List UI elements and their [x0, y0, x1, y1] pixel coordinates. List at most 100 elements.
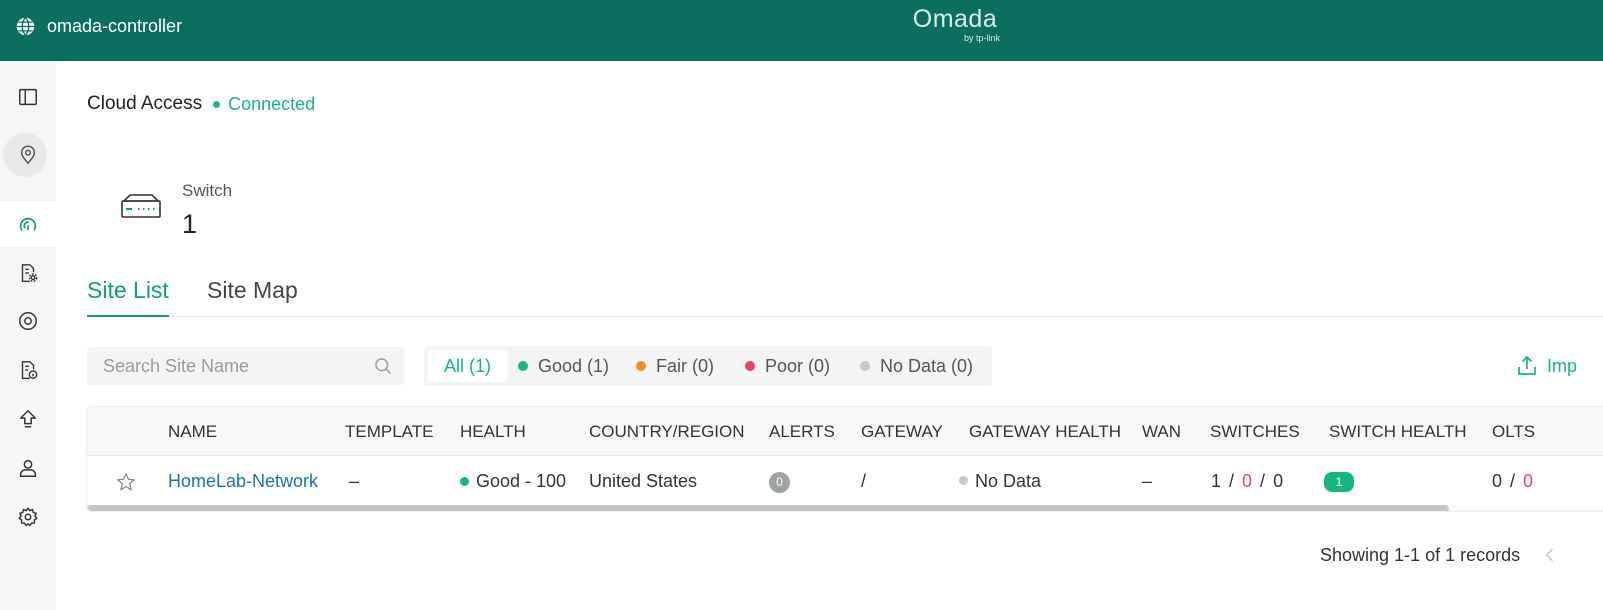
switch-summary-card: Switch 1 [120, 179, 340, 249]
horizontal-scrollbar[interactable] [87, 505, 1603, 511]
site-name-link[interactable]: HomeLab-Network [168, 471, 318, 491]
column-header-template: TEMPLATE [345, 422, 434, 441]
switches-cell: 1/0/0 [1211, 471, 1284, 491]
sidebar-toggle-button[interactable] [0, 75, 56, 119]
column-header-name[interactable]: NAME [168, 407, 217, 456]
import-label: Imp [1547, 355, 1578, 376]
sidebar-item-logs[interactable] [0, 348, 56, 392]
sidebar [0, 61, 56, 610]
alerts-cell: 0 [769, 456, 790, 506]
no-data-dot-icon [959, 476, 968, 485]
search-input[interactable] [87, 347, 367, 385]
target-circle-icon [19, 312, 37, 330]
switch-device-icon [121, 194, 161, 218]
column-header-switches: SWITCHES [1210, 422, 1300, 441]
health-good-dot-icon [460, 477, 469, 486]
health-filter-group: All (1) Good (1) Fair (0) Poor (0) No Da… [424, 346, 992, 386]
column-header-wan: WAN [1142, 422, 1182, 441]
filter-all[interactable]: All (1) [428, 350, 508, 382]
scrollbar-thumb[interactable] [87, 505, 1449, 511]
filter-good[interactable]: Good (1) [518, 350, 609, 382]
omada-logo: Omada by tp-link [905, 6, 1005, 46]
arrow-up-icon [19, 410, 37, 428]
olts-cell: 0/0 [1492, 471, 1534, 491]
file-settings-icon [21, 264, 38, 282]
table-row: HomeLab-Network – Good - 100 United Stat… [87, 456, 1603, 506]
country-cell: United States [589, 471, 698, 491]
cloud-connection-status: Connected [228, 93, 316, 114]
filter-label: Good (1) [538, 355, 610, 376]
health-value: Good - 100 [476, 471, 567, 491]
device-count: 1 [182, 209, 198, 239]
filter-label: All (1) [444, 355, 492, 376]
alerts-count-badge[interactable]: 0 [769, 471, 790, 493]
filter-poor[interactable]: Poor (0) [745, 350, 830, 382]
status-dot [213, 100, 221, 108]
dashboard-gauge-icon [19, 217, 37, 231]
poor-dot-icon [745, 361, 755, 371]
sidebar-item-device-settings[interactable] [0, 251, 56, 295]
column-header-gateway-health: GATEWAY HEALTH [969, 422, 1122, 441]
search-icon[interactable] [373, 356, 393, 376]
health-cell: Good - 100 [460, 456, 566, 506]
gateway-health-value: No Data [975, 471, 1042, 491]
import-button[interactable]: Imp [1515, 354, 1577, 378]
switch-health-badge[interactable]: 1 [1324, 472, 1354, 493]
file-info-icon [21, 361, 38, 379]
wan-cell: – [1142, 471, 1153, 491]
sidebar-item-settings[interactable] [0, 495, 56, 539]
sidebar-item-accounts[interactable] [0, 446, 56, 490]
cloud-access-status: Cloud Access Connected [87, 93, 315, 115]
favorite-star-icon[interactable] [115, 471, 137, 493]
olts-connected: 0 [1492, 471, 1503, 491]
sidebar-item-site-location[interactable] [0, 133, 56, 177]
switch-health-cell: 1 [1324, 456, 1354, 506]
top-bar: omada-controller Omada by tp-link [0, 0, 1603, 61]
globe-icon [16, 17, 35, 36]
gear-icon [18, 507, 38, 527]
column-header-gateway: GATEWAY [861, 422, 943, 441]
good-dot-icon [518, 361, 528, 371]
cloud-access-title: Cloud Access [87, 93, 203, 114]
filter-no-data[interactable]: No Data (0) [860, 350, 973, 382]
main-content: Cloud Access Connected Switch 1 Site Lis… [56, 61, 1603, 610]
search-site [87, 347, 405, 385]
sidebar-item-dashboard[interactable] [0, 201, 56, 247]
switches-connected: 1 [1211, 471, 1222, 491]
column-header-olts: OLTS [1492, 422, 1536, 441]
column-header-alerts: ALERTS [769, 422, 835, 441]
filter-label: Poor (0) [765, 355, 831, 376]
filter-label: Fair (0) [656, 355, 714, 376]
sidebar-item-monitor[interactable] [0, 299, 56, 343]
panel-icon [19, 88, 37, 106]
switches-pending: 0 [1273, 471, 1284, 491]
logo-subtext: by tp-link [963, 33, 1000, 43]
switches-disconnected: 0 [1242, 471, 1253, 491]
column-header-health[interactable]: HEALTH [460, 407, 526, 456]
filter-label: No Data (0) [880, 355, 974, 376]
gateway-cell: / [861, 471, 867, 491]
chevron-left-icon[interactable] [1540, 545, 1560, 565]
pagination-summary: Showing 1-1 of 1 records [1320, 545, 1521, 565]
user-icon [19, 459, 37, 477]
filter-fair[interactable]: Fair (0) [636, 350, 714, 382]
tab-site-list[interactable]: Site List [87, 272, 169, 317]
location-pin-icon [20, 145, 36, 165]
app-title: omada-controller [47, 16, 183, 36]
sidebar-item-upgrade[interactable] [0, 397, 56, 441]
fair-dot-icon [636, 361, 646, 371]
gateway-health-cell: No Data [959, 456, 1041, 506]
upload-icon [1518, 355, 1536, 375]
table-header: NAME TEMPLATE HEALTH COUNTRY/REGION ALER… [87, 407, 1603, 456]
tab-site-map[interactable]: Site Map [207, 272, 298, 317]
no-data-dot-icon [860, 361, 870, 371]
view-tabs: Site List Site Map [87, 272, 1603, 317]
template-cell: – [349, 471, 360, 491]
site-table: NAME TEMPLATE HEALTH COUNTRY/REGION ALER… [86, 406, 1603, 512]
column-header-switch-health: SWITCH HEALTH [1329, 422, 1467, 441]
device-type-label: Switch [182, 181, 233, 200]
logo-text: Omada [912, 5, 998, 33]
olts-disconnected: 0 [1523, 471, 1534, 491]
column-header-country[interactable]: COUNTRY/REGION [589, 407, 745, 456]
site-name-cell[interactable]: HomeLab-Network [168, 456, 318, 506]
